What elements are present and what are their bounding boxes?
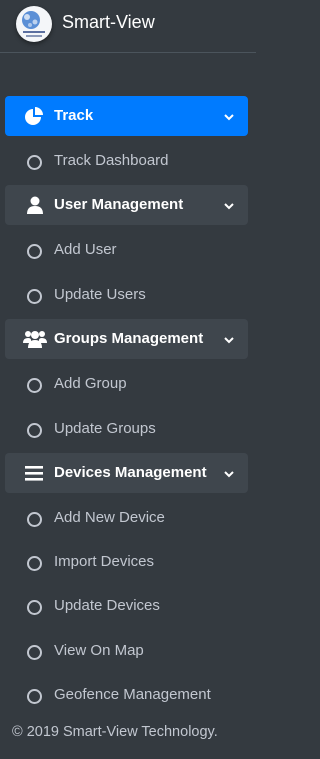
circle-icon	[27, 689, 42, 704]
user-icon	[23, 195, 47, 215]
chevron-down-icon	[223, 467, 235, 479]
circle-icon	[27, 155, 42, 170]
circle-icon	[27, 600, 42, 615]
circle-icon	[27, 289, 42, 304]
bars-icon	[23, 463, 47, 483]
menu-groups-management[interactable]: Groups Management	[5, 319, 248, 359]
menu-devices-management[interactable]: Devices Management	[5, 453, 248, 493]
footer-copyright: © 2019 Smart-View Technology.	[12, 724, 218, 740]
menu-groups-management-label: Groups Management	[54, 330, 204, 347]
menu-item-add-new-device[interactable]: Add New Device	[0, 503, 256, 537]
circle-icon	[27, 378, 42, 393]
menu-item-add-group[interactable]: Add Group	[0, 369, 256, 403]
menu-item-view-on-map[interactable]: View On Map	[0, 636, 256, 670]
menu-item-label: Add Group	[54, 375, 127, 392]
menu-item-label: Import Devices	[54, 553, 155, 570]
menu-user-management-label: User Management	[54, 196, 184, 213]
menu-user-management[interactable]: User Management	[5, 185, 248, 225]
menu-item-label: Geofence Management	[54, 686, 211, 703]
menu-item-label: Update Users	[54, 286, 146, 303]
menu-item-update-devices[interactable]: Update Devices	[0, 591, 256, 625]
brand-title: Smart-View	[62, 12, 155, 32]
chevron-down-icon	[223, 199, 235, 211]
menu-item-update-users[interactable]: Update Users	[0, 280, 256, 314]
chevron-down-icon	[223, 333, 235, 345]
menu-item-label: Track Dashboard	[54, 152, 169, 169]
users-icon	[23, 329, 47, 349]
menu-item-label: View On Map	[54, 642, 144, 659]
menu-devices-management-label: Devices Management	[54, 464, 207, 481]
menu-item-label: Update Devices	[54, 597, 160, 614]
menu-track-label: Track	[54, 107, 94, 124]
menu-item-track-dashboard[interactable]: Track Dashboard	[0, 146, 256, 180]
brand-link[interactable]: Smart-View	[0, 0, 256, 53]
menu-item-geofence-management[interactable]: Geofence Management	[0, 680, 256, 714]
circle-icon	[27, 645, 42, 660]
circle-icon	[27, 423, 42, 438]
circle-icon	[27, 556, 42, 571]
menu-item-label: Add User	[54, 241, 117, 258]
chevron-down-icon	[223, 110, 235, 122]
globe-logo-icon	[16, 6, 52, 42]
menu-track[interactable]: Track	[5, 96, 248, 136]
circle-icon	[27, 512, 42, 527]
menu-item-label: Update Groups	[54, 420, 156, 437]
pie-chart-icon	[23, 106, 47, 126]
circle-icon	[27, 244, 42, 259]
menu-item-import-devices[interactable]: Import Devices	[0, 547, 256, 581]
menu-item-update-groups[interactable]: Update Groups	[0, 414, 256, 448]
menu-item-label: Add New Device	[54, 509, 165, 526]
menu-item-add-user[interactable]: Add User	[0, 235, 256, 269]
